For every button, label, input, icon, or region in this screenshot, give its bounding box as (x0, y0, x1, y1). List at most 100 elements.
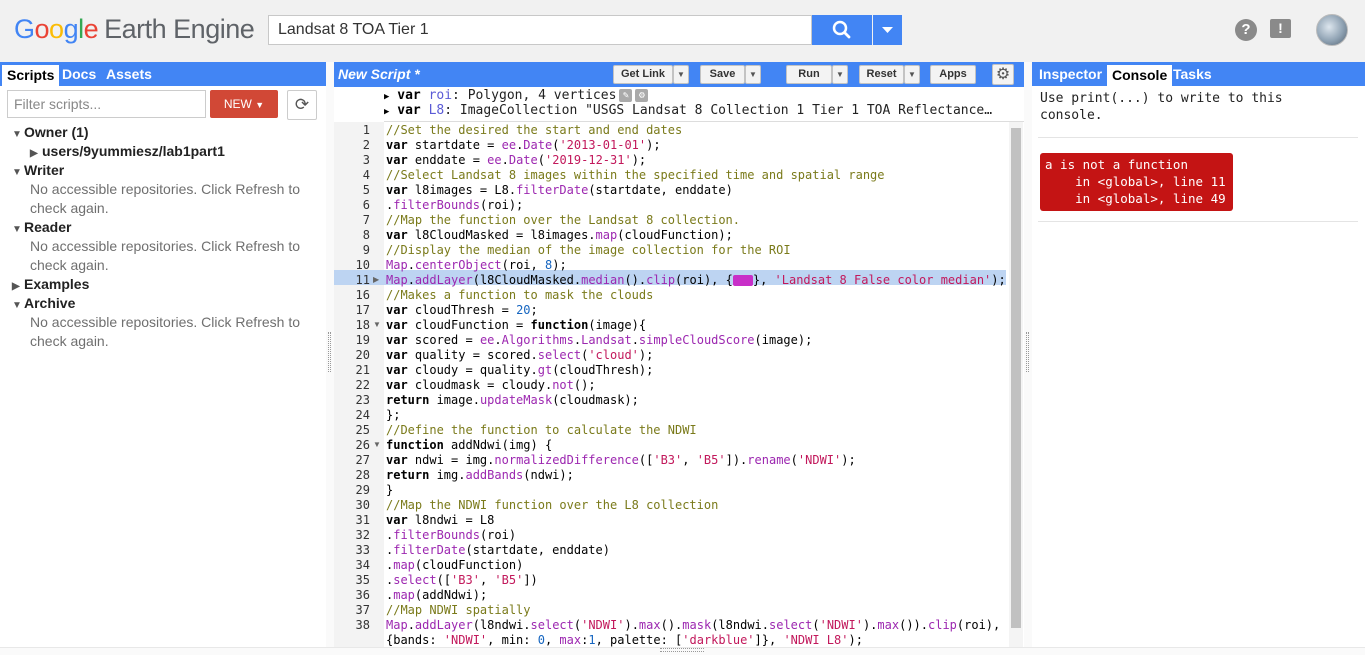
code-line[interactable]: }; (386, 408, 400, 423)
line-number: 25 (355, 423, 370, 437)
scrollbar-thumb[interactable] (1011, 128, 1021, 628)
tab-console[interactable]: Console (1106, 64, 1174, 86)
line-number: 5 (362, 183, 370, 197)
error-message[interactable]: a is not a function in <global>, line 11… (1040, 153, 1233, 211)
code-line[interactable]: .map(addNdwi); (386, 588, 487, 603)
left-splitter[interactable] (326, 62, 334, 647)
code-line[interactable]: var cloudThresh = 20; (386, 303, 538, 318)
save-button[interactable]: Save (700, 65, 745, 84)
tree-writer[interactable]: ▼ Writer (12, 162, 64, 178)
code-line[interactable]: var cloudy = quality.gt(cloudThresh); (386, 363, 653, 378)
refresh-icon: ⟳ (294, 95, 310, 114)
expand-arrow-icon: ▼ (12, 167, 22, 178)
tab-assets[interactable]: Assets (101, 64, 157, 86)
settings-icon[interactable]: ⚙ (635, 89, 649, 102)
divider (1038, 137, 1358, 138)
tab-tasks[interactable]: Tasks (1168, 64, 1217, 86)
code-line[interactable]: //Map the function over the Landsat 8 co… (386, 213, 740, 228)
import-roi[interactable]: ▶ var roi: Polygon, 4 vertices ✎ ⚙ (384, 88, 649, 103)
chevron-down-icon (882, 27, 893, 33)
run-button[interactable]: Run (786, 65, 832, 84)
line-number: 8 (362, 228, 370, 242)
code-line[interactable]: function addNdwi(img) { (386, 438, 552, 453)
script-title[interactable]: New Script * (338, 66, 420, 82)
editor-scrollbar[interactable] (1009, 122, 1023, 647)
code-line[interactable]: var l8ndwi = L8 (386, 513, 494, 528)
tree-archive[interactable]: ▼ Archive (12, 295, 75, 311)
code-line[interactable]: .filterBounds(roi); (386, 198, 523, 213)
tree-examples[interactable]: ▶ Examples (12, 276, 89, 292)
archive-note: No accessible repositories. Click Refres… (30, 314, 300, 349)
code-line[interactable]: var enddate = ee.Date('2019-12-31'); (386, 153, 646, 168)
code-line[interactable]: //Select Landsat 8 images within the spe… (386, 168, 885, 183)
collapsed-object-icon[interactable] (732, 275, 753, 286)
filter-scripts-input[interactable]: Filter scripts... (7, 90, 206, 118)
line-number: 26 (355, 438, 370, 452)
code-line[interactable]: return img.addBands(ndwi); (386, 468, 574, 483)
code-line[interactable]: var cloudmask = cloudy.not(); (386, 378, 596, 393)
code-line[interactable]: var l8images = L8.filterDate(startdate, … (386, 183, 733, 198)
code-line[interactable]: Map.addLayer(l8ndwi.select('NDWI').max()… (386, 618, 1000, 633)
feedback-icon[interactable]: ! (1270, 19, 1291, 38)
code-line[interactable]: var ndwi = img.normalizedDifference(['B3… (386, 453, 856, 468)
tab-docs[interactable]: Docs (57, 64, 101, 86)
code-line[interactable]: //Display the median of the image collec… (386, 243, 791, 258)
code-line[interactable]: return image.updateMask(cloudmask); (386, 393, 639, 408)
edit-geometry-icon[interactable]: ✎ (619, 89, 633, 102)
code-line[interactable]: .filterDate(startdate, enddate) (386, 543, 610, 558)
code-line[interactable]: Map.addLayer(l8CloudMasked.median().clip… (386, 273, 1006, 288)
line-number: 21 (355, 363, 370, 377)
tree-reader[interactable]: ▼ Reader (12, 219, 71, 235)
new-button[interactable]: NEW ▼ (210, 90, 278, 118)
scripts-panel: Scripts Docs Assets Filter scripts... NE… (0, 62, 326, 647)
code-line[interactable]: .filterBounds(roi) (386, 528, 516, 543)
code-line[interactable]: //Map NDWI spatially (386, 603, 531, 618)
right-splitter[interactable] (1024, 62, 1032, 647)
search-button[interactable] (812, 15, 872, 45)
reset-button[interactable]: Reset (859, 65, 904, 84)
code-line[interactable]: var quality = scored.select('cloud'); (386, 348, 653, 363)
code-line[interactable]: {bands: 'NDWI', min: 0, max:1, palette: … (386, 633, 863, 647)
refresh-button[interactable]: ⟳ (287, 90, 317, 120)
code-line[interactable]: //Map the NDWI function over the L8 coll… (386, 498, 718, 513)
tree-repo[interactable]: ▶ users/9yummiesz/lab1part1 (30, 143, 225, 159)
line-number: 9 (362, 243, 370, 257)
code-editor-panel: New Script * Get Link ▼ Save ▼ Run ▼ Res… (334, 62, 1024, 647)
code-line[interactable]: var scored = ee.Algorithms.Landsat.simpl… (386, 333, 812, 348)
code-line[interactable]: //Define the function to calculate the N… (386, 423, 697, 438)
line-number: 24 (355, 408, 370, 422)
tree-owner[interactable]: ▼ Owner (1) (12, 124, 89, 140)
code-line[interactable]: Map.centerObject(roi, 8); (386, 258, 567, 273)
google-earth-engine-logo[interactable]: Google Earth Engine (14, 14, 255, 45)
code-line[interactable]: var cloudFunction = function(image){ (386, 318, 646, 333)
fold-arrow-down-icon[interactable]: ▼ (373, 320, 381, 329)
editor-toolbar: New Script * Get Link ▼ Save ▼ Run ▼ Res… (334, 62, 1024, 87)
code-line[interactable]: //Makes a function to mask the clouds (386, 288, 653, 303)
code-line[interactable]: } (386, 483, 393, 498)
reset-dropdown[interactable]: ▼ (904, 65, 920, 84)
apps-button[interactable]: Apps (930, 65, 976, 84)
get-link-dropdown[interactable]: ▼ (673, 65, 689, 84)
caret-down-icon: ▼ (255, 100, 265, 110)
reader-note: No accessible repositories. Click Refres… (30, 238, 300, 273)
avatar[interactable] (1316, 14, 1348, 46)
search-dropdown-button[interactable] (873, 15, 902, 45)
help-icon[interactable]: ? (1235, 19, 1257, 41)
code-area[interactable]: //Set the desired the start and end date… (386, 122, 1006, 647)
run-dropdown[interactable]: ▼ (832, 65, 848, 84)
code-line[interactable]: //Set the desired the start and end date… (386, 123, 682, 138)
search-input[interactable]: Landsat 8 TOA Tier 1 (268, 15, 812, 45)
tab-inspector[interactable]: Inspector (1034, 64, 1107, 86)
save-dropdown[interactable]: ▼ (745, 65, 761, 84)
code-line[interactable]: var l8CloudMasked = l8images.map(cloudFu… (386, 228, 733, 243)
code-line[interactable]: var startdate = ee.Date('2013-01-01'); (386, 138, 661, 153)
tab-scripts[interactable]: Scripts (1, 64, 61, 86)
code-line[interactable]: .map(cloudFunction) (386, 558, 523, 573)
fold-arrow-down-icon[interactable]: ▼ (373, 440, 381, 449)
gear-icon[interactable]: ⚙ (992, 64, 1014, 85)
expand-arrow-icon: ▼ (12, 129, 22, 140)
get-link-button[interactable]: Get Link (613, 65, 673, 84)
import-l8[interactable]: ▶ var L8: ImageCollection "USGS Landsat … (384, 103, 992, 118)
fold-arrow-right-icon[interactable]: ▶ (373, 275, 379, 284)
code-line[interactable]: .select(['B3', 'B5']) (386, 573, 538, 588)
